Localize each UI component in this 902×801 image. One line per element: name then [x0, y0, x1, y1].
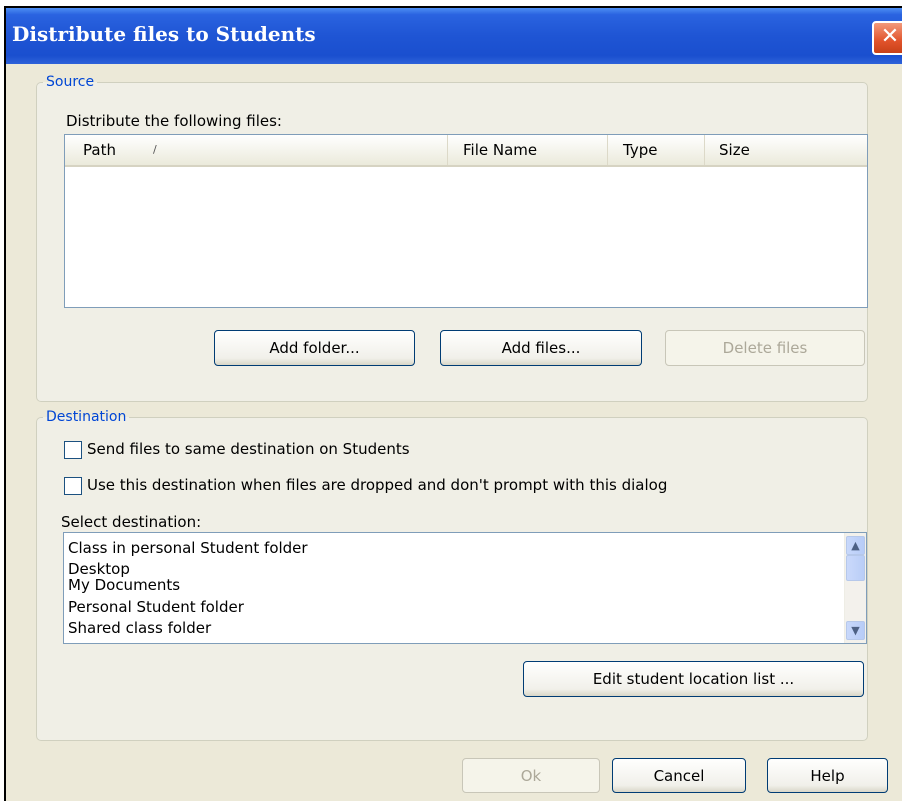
use-destination-checkbox[interactable] [64, 477, 82, 495]
files-list-header: Path / File Name Type Size [65, 135, 867, 167]
column-type-label: Type [623, 141, 658, 159]
dialog-window: Distribute files to Students ✕ Source Di… [4, 6, 902, 801]
same-destination-checkbox[interactable] [64, 441, 82, 459]
source-legend: Source [46, 74, 95, 90]
edit-location-list-button[interactable]: Edit student location list ... [523, 661, 864, 697]
scroll-thumb[interactable] [846, 555, 865, 581]
scroll-up-icon[interactable]: ▲ [846, 536, 865, 555]
destination-legend: Destination [46, 409, 127, 425]
sort-indicator-icon: / [153, 143, 157, 156]
column-file-name-label: File Name [463, 141, 538, 159]
window-title: Distribute files to Students [12, 22, 316, 46]
files-label: Distribute the following files: [66, 112, 282, 130]
destination-option[interactable]: Shared class folder [68, 618, 211, 638]
ok-button[interactable]: Ok [462, 758, 600, 793]
column-path[interactable]: Path [65, 135, 448, 165]
dialog-body: Source Distribute the following files: P… [6, 64, 902, 801]
column-path-label: Path [83, 141, 116, 159]
destination-option[interactable]: Personal Student folder [68, 597, 244, 617]
column-type[interactable]: Type [608, 135, 705, 165]
destination-listbox[interactable]: Class in personal Student folder Desktop… [63, 532, 867, 644]
destination-option[interactable]: My Documents [68, 575, 180, 595]
column-size[interactable]: Size [705, 135, 867, 165]
scroll-down-icon[interactable]: ▼ [846, 621, 865, 640]
files-list[interactable]: Path / File Name Type Size [64, 134, 868, 308]
cancel-button[interactable]: Cancel [612, 758, 746, 793]
add-files-button[interactable]: Add files... [440, 330, 642, 366]
column-size-label: Size [719, 141, 750, 159]
same-destination-label: Send files to same destination on Studen… [87, 440, 410, 458]
title-bar: Distribute files to Students ✕ [6, 8, 902, 64]
destination-scrollbar[interactable]: ▲ ▼ [844, 533, 866, 643]
use-destination-label: Use this destination when files are drop… [87, 476, 668, 494]
column-file-name[interactable]: File Name [448, 135, 608, 165]
close-icon[interactable]: ✕ [872, 21, 902, 55]
add-folder-button[interactable]: Add folder... [214, 330, 415, 366]
help-button[interactable]: Help [767, 758, 888, 793]
delete-files-button[interactable]: Delete files [665, 330, 865, 366]
destination-option[interactable]: Class in personal Student folder [68, 538, 308, 558]
select-destination-label: Select destination: [61, 513, 202, 531]
